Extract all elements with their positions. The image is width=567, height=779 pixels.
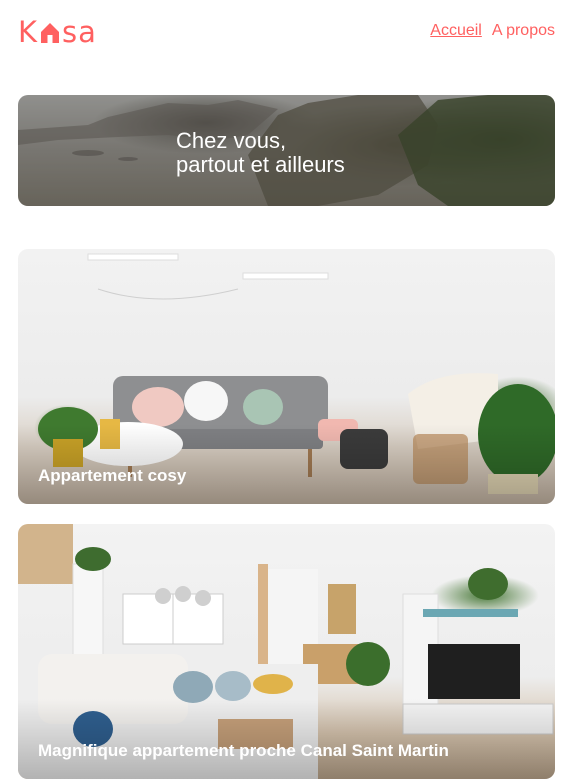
- listing-overlay: [18, 424, 555, 504]
- listing-card[interactable]: Magnifique appartement proche Canal Sain…: [18, 524, 555, 779]
- kasa-logo[interactable]: K sa: [18, 16, 97, 48]
- listing-title: Appartement cosy: [38, 466, 187, 485]
- listing-card[interactable]: Appartement cosy: [18, 249, 555, 504]
- banner-title-line2: partout et ailleurs: [176, 152, 345, 177]
- listing-title: Magnifique appartement proche Canal Sain…: [38, 741, 449, 760]
- listing-overlay: [18, 699, 555, 779]
- listings-gallery: Appartement cosy Magnifique appartement …: [18, 249, 555, 779]
- logo-letter-k: K: [18, 14, 39, 49]
- banner-title-line1: Chez vous,: [176, 128, 287, 153]
- house-icon: [39, 21, 61, 45]
- site-header: K sa Accueil A propos: [18, 16, 555, 50]
- hero-banner: Chez vous, partout et ailleurs: [18, 95, 555, 206]
- nav-link-about[interactable]: A propos: [492, 22, 555, 40]
- main-nav: Accueil A propos: [430, 22, 555, 40]
- nav-link-home[interactable]: Accueil: [430, 22, 482, 40]
- banner-title: Chez vous, partout et ailleurs: [176, 129, 345, 177]
- logo-letters-sa: sa: [62, 14, 97, 49]
